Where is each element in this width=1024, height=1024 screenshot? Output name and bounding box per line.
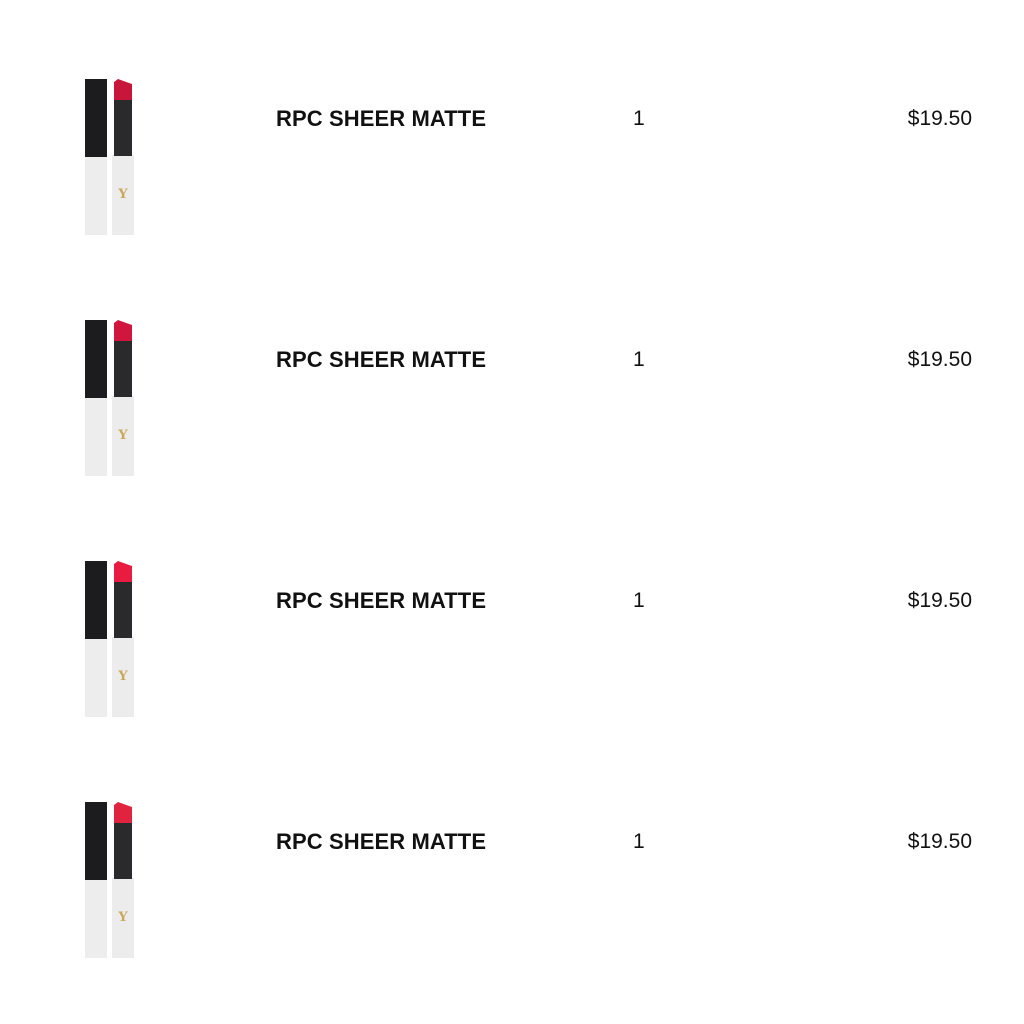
svg-text:Y: Y (117, 428, 128, 443)
product-name: RPC SHEER MATTE (276, 347, 487, 372)
product-name: RPC SHEER MATTE (276, 106, 487, 131)
product-price: $19.50 (907, 348, 972, 371)
product-quantity: 1 (633, 107, 645, 130)
lipstick-image: Y (80, 317, 140, 479)
order-item-row: Y RPC SHEER MATTE 1 $19.50 (0, 723, 1024, 964)
lipstick-image: Y (80, 799, 140, 961)
product-quantity: 1 (633, 830, 645, 853)
product-quantity: 1 (633, 589, 645, 612)
product-price: $19.50 (907, 830, 972, 853)
svg-text:Y: Y (117, 910, 128, 925)
lipstick-image: Y (80, 76, 140, 238)
order-item-row: Y RPC SHEER MATTE 1 $19.50 (0, 0, 1024, 241)
product-quantity: 1 (633, 348, 645, 371)
order-item-row: Y RPC SHEER MATTE 1 $19.50 (0, 482, 1024, 723)
order-item-list: Y RPC SHEER MATTE 1 $19.50 Y RPC SHEER M… (0, 0, 1024, 1024)
svg-text:Y: Y (117, 187, 128, 202)
product-name: RPC SHEER MATTE (276, 829, 487, 854)
svg-text:Y: Y (117, 669, 128, 684)
lipstick-image: Y (80, 558, 140, 720)
product-price: $19.50 (907, 589, 972, 612)
product-name: RPC SHEER MATTE (276, 588, 487, 613)
order-item-row: Y RPC SHEER MATTE 1 $19.50 (0, 241, 1024, 482)
product-price: $19.50 (907, 107, 972, 130)
